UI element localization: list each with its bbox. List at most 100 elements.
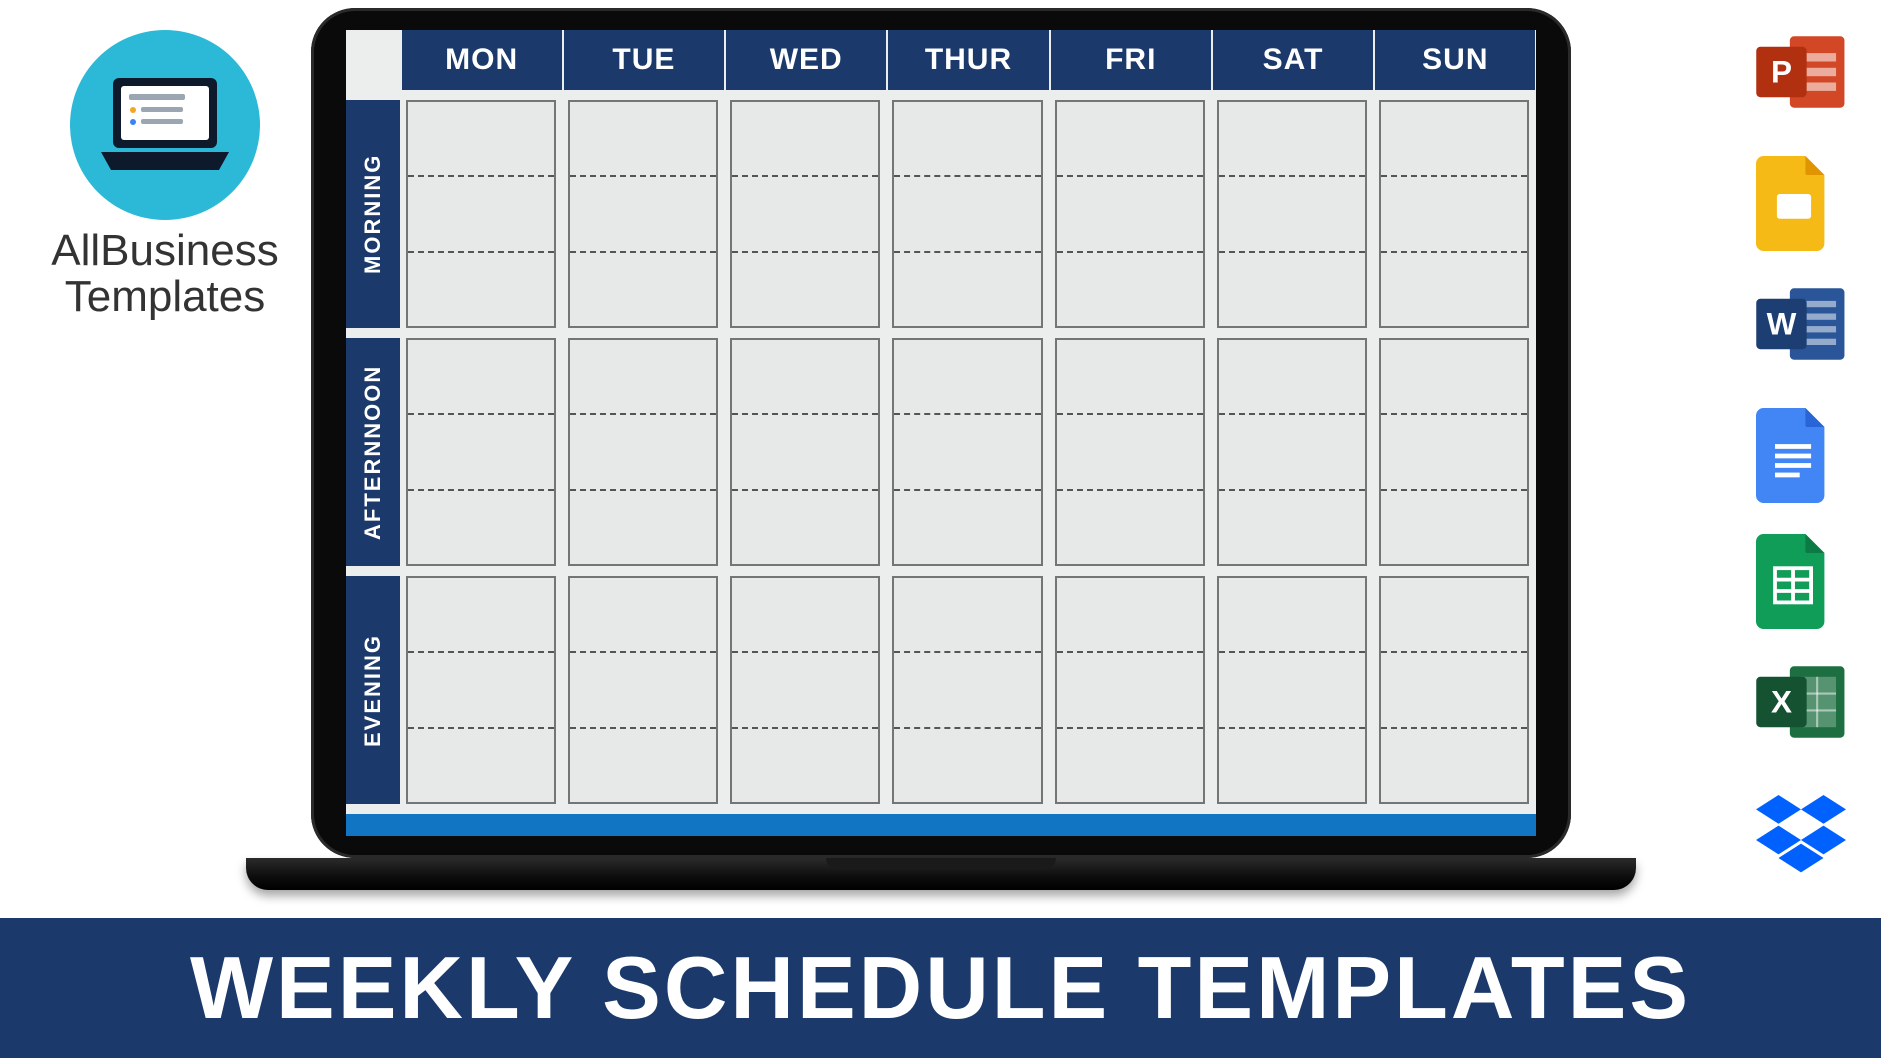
schedule-slot	[1381, 578, 1527, 653]
day-header: TUE	[562, 30, 724, 90]
schedule-slot	[408, 102, 554, 177]
schedule-cell	[1217, 576, 1367, 804]
schedule-slot	[1057, 729, 1203, 802]
schedule-slot	[1381, 729, 1527, 802]
schedule-cell	[892, 100, 1042, 328]
day-header: FRI	[1049, 30, 1211, 90]
laptop-base	[246, 858, 1636, 890]
schedule-cell	[568, 100, 718, 328]
schedule-slot	[1219, 491, 1365, 564]
schedule-slot	[408, 578, 554, 653]
schedule-cell	[1379, 338, 1529, 566]
schedule-cell	[568, 576, 718, 804]
schedule-slot	[1057, 491, 1203, 564]
schedule-slot	[570, 253, 716, 326]
schedule-slot	[1381, 653, 1527, 728]
schedule-slot	[408, 340, 554, 415]
day-header: MON	[400, 30, 562, 90]
laptop-bezel: MON TUE WED THUR FRI SAT SUN MORNINGAFTE…	[311, 8, 1571, 858]
schedule-slot	[732, 491, 878, 564]
schedule-corner	[346, 30, 400, 90]
svg-text:W: W	[1767, 306, 1797, 342]
schedule-slot	[1219, 177, 1365, 252]
period-row: EVENING	[346, 576, 1536, 804]
powerpoint-icon: P	[1756, 30, 1846, 120]
schedule-slot	[408, 491, 554, 564]
period-label: MORNING	[346, 100, 400, 328]
schedule-slot	[732, 729, 878, 802]
schedule-cell	[1055, 338, 1205, 566]
schedule-cell	[892, 576, 1042, 804]
schedule-slot	[1381, 177, 1527, 252]
excel-icon: X	[1756, 660, 1846, 750]
schedule-cell	[406, 576, 556, 804]
schedule-slot	[732, 102, 878, 177]
schedule-body: MORNINGAFTERNNOONEVENING	[346, 90, 1536, 804]
dropbox-icon	[1756, 786, 1846, 876]
schedule-slot	[894, 415, 1040, 490]
schedule-header: MON TUE WED THUR FRI SAT SUN	[346, 30, 1536, 90]
google-sheets-icon	[1756, 534, 1846, 624]
svg-text:X: X	[1771, 684, 1792, 720]
schedule-cell	[1217, 100, 1367, 328]
schedule-slot	[1057, 253, 1203, 326]
schedule-cell	[406, 338, 556, 566]
schedule-slot	[1381, 102, 1527, 177]
schedule-slot	[1381, 415, 1527, 490]
google-slides-icon	[1756, 156, 1846, 246]
brand-line2: Templates	[65, 272, 266, 321]
brand-line1: AllBusiness	[51, 226, 278, 275]
brand-block: AllBusiness Templates	[40, 30, 290, 320]
svg-text:P: P	[1771, 54, 1792, 90]
schedule-slot	[1057, 653, 1203, 728]
schedule-slot	[1381, 253, 1527, 326]
schedule-slot	[1381, 340, 1527, 415]
schedule-slot	[408, 415, 554, 490]
laptop-icon	[70, 30, 260, 220]
schedule-slot	[1057, 177, 1203, 252]
schedule-slot	[1057, 102, 1203, 177]
word-icon: W	[1756, 282, 1846, 372]
period-row: MORNING	[346, 100, 1536, 328]
schedule-slot	[1057, 578, 1203, 653]
schedule-cell	[892, 338, 1042, 566]
schedule-slot	[1219, 340, 1365, 415]
schedule-slot	[1219, 102, 1365, 177]
schedule-slot	[1057, 415, 1203, 490]
app-icons-column: P W X	[1751, 30, 1851, 876]
day-header: THUR	[886, 30, 1048, 90]
schedule-slot	[1057, 340, 1203, 415]
brand-name: AllBusiness Templates	[40, 228, 290, 320]
laptop-screen: MON TUE WED THUR FRI SAT SUN MORNINGAFTE…	[346, 30, 1536, 836]
banner-title: WEEKLY SCHEDULE TEMPLATES	[190, 937, 1691, 1039]
schedule-slot	[570, 102, 716, 177]
schedule-slot	[570, 415, 716, 490]
schedule-cell	[1379, 100, 1529, 328]
schedule-cell	[568, 338, 718, 566]
schedule-slot	[408, 653, 554, 728]
schedule-slot	[894, 729, 1040, 802]
schedule-slot	[732, 578, 878, 653]
day-header: SAT	[1211, 30, 1373, 90]
schedule-slot	[570, 578, 716, 653]
day-header: SUN	[1373, 30, 1535, 90]
schedule-slot	[732, 177, 878, 252]
schedule-slot	[570, 653, 716, 728]
schedule-cell	[730, 338, 880, 566]
schedule-slot	[732, 253, 878, 326]
laptop-device: MON TUE WED THUR FRI SAT SUN MORNINGAFTE…	[311, 8, 1571, 890]
schedule-slot	[894, 491, 1040, 564]
bottom-banner: WEEKLY SCHEDULE TEMPLATES	[0, 918, 1881, 1058]
schedule-cell	[1217, 338, 1367, 566]
weekly-schedule: MON TUE WED THUR FRI SAT SUN MORNINGAFTE…	[346, 30, 1536, 836]
schedule-slot	[894, 578, 1040, 653]
schedule-slot	[894, 177, 1040, 252]
schedule-slot	[408, 177, 554, 252]
schedule-cell	[406, 100, 556, 328]
schedule-slot	[894, 253, 1040, 326]
schedule-slot	[1219, 578, 1365, 653]
schedule-slot	[408, 729, 554, 802]
schedule-slot	[732, 653, 878, 728]
schedule-slot	[732, 340, 878, 415]
schedule-slot	[1219, 653, 1365, 728]
